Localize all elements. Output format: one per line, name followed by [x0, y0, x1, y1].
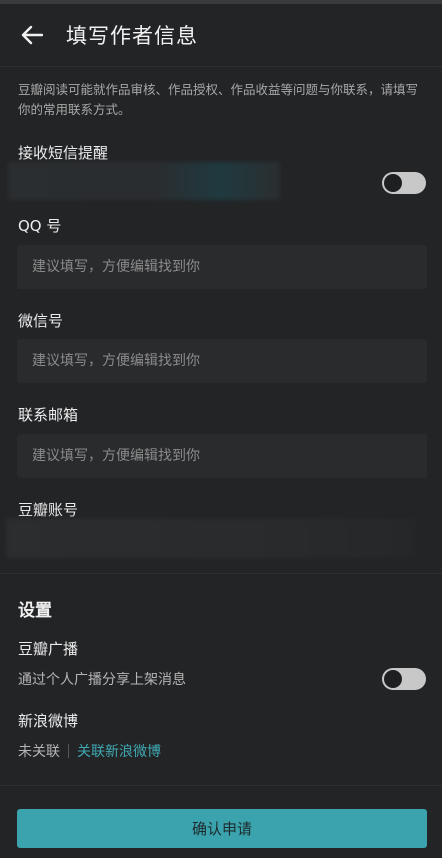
sms-toggle[interactable]	[382, 172, 426, 194]
confirm-button[interactable]: 确认申请	[17, 809, 427, 848]
phone-number-redacted	[8, 162, 280, 200]
settings-title: 设置	[18, 601, 52, 621]
toggle-knob	[384, 670, 402, 688]
broadcast-description: 通过个人广播分享上架消息	[18, 672, 186, 688]
qq-input[interactable]	[30, 258, 414, 276]
email-input[interactable]	[30, 447, 414, 465]
douban-account-label: 豆瓣账号	[18, 501, 79, 519]
broadcast-label: 豆瓣广播	[18, 640, 79, 658]
douban-account-redacted	[6, 518, 416, 558]
arrow-left-icon	[21, 25, 43, 45]
section-divider	[0, 573, 442, 574]
broadcast-toggle[interactable]	[382, 668, 426, 690]
page-title: 填写作者信息	[66, 24, 198, 48]
intro-text: 豆瓣阅读可能就作品审核、作品授权、作品收益等问题与你联系，请填写你的常用联系方式…	[18, 82, 419, 117]
qq-label: QQ 号	[18, 217, 62, 235]
wechat-label: 微信号	[18, 312, 64, 330]
toggle-knob	[384, 174, 402, 192]
app-bar: 填写作者信息	[0, 4, 442, 66]
footer-divider	[0, 785, 442, 786]
weibo-row: 未关联 关联新浪微博	[18, 741, 161, 761]
email-label: 联系邮箱	[18, 406, 79, 424]
weibo-status: 未关联	[18, 744, 60, 760]
link-weibo-button[interactable]: 关联新浪微博	[77, 741, 161, 761]
wechat-field[interactable]	[17, 339, 427, 383]
header-divider	[0, 66, 442, 67]
wechat-input[interactable]	[30, 352, 414, 370]
qq-field[interactable]	[17, 245, 427, 289]
back-button[interactable]	[18, 21, 46, 49]
separator	[68, 744, 69, 758]
email-field[interactable]	[17, 434, 427, 478]
sms-label: 接收短信提醒	[18, 144, 109, 162]
weibo-label: 新浪微博	[18, 712, 79, 730]
